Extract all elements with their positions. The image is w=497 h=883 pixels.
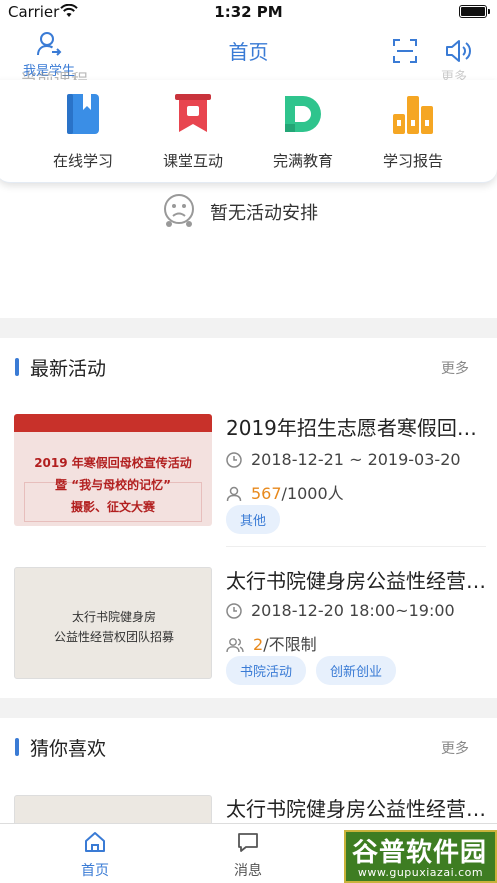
participants-joined: 2 <box>253 635 264 654</box>
activity-date-row: 2018-12-21 ~ 2019-03-20 <box>226 450 461 469</box>
sad-face-icon <box>164 194 194 227</box>
menu-label: 课堂互动 <box>162 152 223 170</box>
scan-icon[interactable] <box>392 38 418 64</box>
page-title: 首页 <box>228 40 269 64</box>
people-group-icon <box>226 638 244 653</box>
activity-card[interactable]: 山西农业大学信息学院 2019 年寒假回母校宣传活动 暨 “我与母校的记忆” 摄… <box>0 414 497 534</box>
clock-icon <box>226 603 242 619</box>
participants-capacity: /1000人 <box>281 484 344 503</box>
person-icon <box>226 486 242 502</box>
speaker-icon[interactable] <box>444 38 472 64</box>
section-divider <box>0 698 497 718</box>
banner-flag-icon <box>175 94 211 132</box>
battery-icon <box>459 5 490 18</box>
activity-title: 太行书院健身房公益性经营权团队招募 <box>226 569 486 593</box>
thumbnail-line: 2019 年寒假回母校宣传活动 <box>34 456 192 470</box>
menu-complete-education[interactable]: 完满教育 <box>248 90 358 171</box>
tab-label: 消息 <box>234 863 262 879</box>
activity-tag: 创新创业 <box>316 656 397 685</box>
letter-d-icon <box>285 96 321 132</box>
section-title: 猜你喜欢 <box>30 738 107 760</box>
section-accent-bar <box>15 738 19 756</box>
thumbnail-header: 山西农业大学信息学院 <box>62 419 163 429</box>
recommend-card[interactable]: 太行书院健身房公益性经营权团队招募 <box>0 795 497 823</box>
participants-capacity: /不限制 <box>263 635 317 654</box>
thumbnail-line: 公益性经营权团队招募 <box>53 630 174 644</box>
activity-thumbnail <box>14 795 212 823</box>
menu-label: 完满教育 <box>272 152 333 170</box>
activity-participants-row: 567/1000人 <box>226 480 344 504</box>
tab-home[interactable]: 首页 <box>45 830 145 880</box>
message-bubble-icon <box>238 833 258 852</box>
empty-state-text: 暂无活动安排 <box>210 203 318 224</box>
tab-messages[interactable]: 消息 <box>198 830 298 880</box>
activity-date: 2018-12-21 ~ 2019-03-20 <box>251 450 461 469</box>
menu-label: 在线学习 <box>52 152 113 170</box>
participants-joined: 567 <box>251 484 282 503</box>
activity-tag: 其他 <box>226 505 281 534</box>
bar-chart-icon <box>393 96 433 134</box>
activity-title: 太行书院健身房公益性经营权团队招募 <box>226 797 486 821</box>
menu-label: 学习报告 <box>382 152 443 170</box>
section-accent-bar <box>15 358 19 376</box>
watermark-text: 谷普软件园 <box>352 838 488 868</box>
quick-menu-card: 在线学习 课堂互动 完满教育 学习报告 <box>0 80 497 183</box>
clock-icon <box>226 452 242 468</box>
home-icon <box>85 832 105 852</box>
activity-date: 2018-12-20 18:00~19:00 <box>251 601 455 620</box>
activity-thumbnail: 太行书院健身房 公益性经营权团队招募 <box>14 567 212 679</box>
activity-card[interactable]: 太行书院健身房 公益性经营权团队招募 太行书院健身房公益性经营权团队招募 201… <box>0 567 497 685</box>
activity-date-row: 2018-12-20 18:00~19:00 <box>226 601 455 620</box>
latest-activities-header: 最新活动 更多 <box>0 352 497 382</box>
activity-tags: 书院活动 创新创业 <box>226 656 406 685</box>
tab-label: 首页 <box>81 863 109 879</box>
menu-online-learning[interactable]: 在线学习 <box>28 90 138 171</box>
status-bar: Carrier 1:32 PM <box>0 0 497 26</box>
activity-tag: 书院活动 <box>226 656 307 685</box>
watermark-url: www.gupuxiazai.com <box>357 866 484 879</box>
thumbnail-line: 摄影、征文大赛 <box>70 500 155 514</box>
menu-class-interaction[interactable]: 课堂互动 <box>138 90 248 171</box>
activity-tags: 其他 <box>226 505 290 534</box>
activity-participants-row: 2/不限制 <box>226 631 317 655</box>
thumbnail-line: 太行书院健身房 <box>71 610 156 624</box>
guess-you-like-header: 猜你喜欢 更多 <box>0 732 497 762</box>
section-divider <box>0 318 497 338</box>
clock: 1:32 PM <box>214 3 283 21</box>
more-link[interactable]: 更多 <box>441 738 469 758</box>
more-link[interactable]: 更多 <box>441 358 469 378</box>
list-divider <box>226 546 486 547</box>
empty-state: 暂无活动安排 <box>0 190 497 232</box>
thumbnail-line: 暨 “我与母校的记忆” <box>55 478 171 492</box>
activity-title: 2019年招生志愿者寒假回母校宣传活动暨“我与母校的记忆”摄影、征文大赛 <box>226 416 486 440</box>
menu-learning-report[interactable]: 学习报告 <box>358 90 468 171</box>
section-title: 最新活动 <box>30 358 107 380</box>
watermark-logo: 谷普软件园 www.gupuxiazai.com <box>344 830 497 883</box>
activity-thumbnail: 山西农业大学信息学院 2019 年寒假回母校宣传活动 暨 “我与母校的记忆” 摄… <box>14 414 212 526</box>
bookmark-book-icon <box>67 94 99 134</box>
